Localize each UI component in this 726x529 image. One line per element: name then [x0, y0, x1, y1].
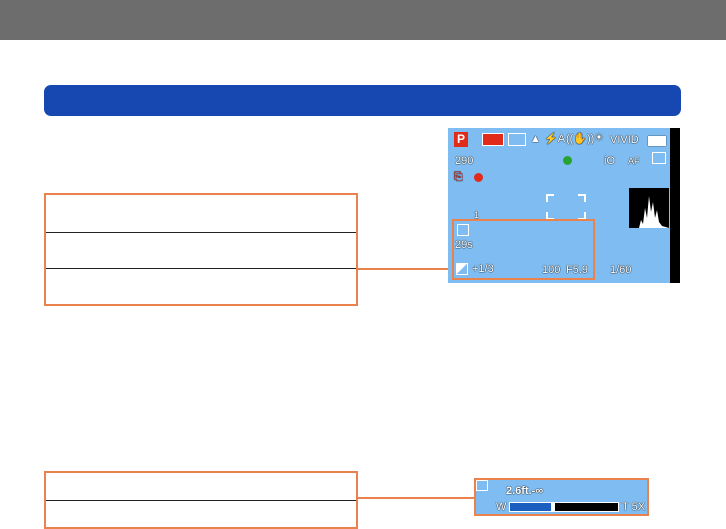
section-heading-bar	[44, 85, 681, 116]
zoom-mode-icon	[476, 480, 488, 491]
iso-value: 100	[542, 264, 561, 276]
af-frame-corner	[578, 194, 586, 202]
row-divider	[46, 500, 356, 501]
zoom-wide-label: W	[496, 501, 507, 513]
af-mode-label: AF	[628, 156, 640, 166]
row-divider	[46, 232, 356, 233]
card-record-icon: ⎘	[454, 171, 463, 183]
aperture-value: F5.9	[566, 264, 589, 276]
af-frame-corner	[546, 194, 554, 202]
intelligent-exposure-icon: iO	[604, 155, 615, 167]
shutter-speed-value: 1/60	[610, 264, 632, 276]
battery-icon	[648, 136, 666, 146]
lcd-right-edge	[670, 128, 680, 283]
info-list-upper	[44, 193, 358, 306]
info-list-lower	[44, 471, 358, 529]
zoom-focus-panel: 2.6ft.-∞ W T 5X	[474, 478, 649, 516]
callout-leader-line	[358, 497, 474, 499]
exposure-comp-icon	[456, 263, 468, 275]
recording-time-remaining: 29s	[455, 239, 473, 251]
avchd-quality-icon	[482, 133, 504, 146]
histogram	[629, 188, 669, 228]
zoom-bar	[509, 502, 619, 512]
zoom-position-marker	[551, 502, 555, 512]
exposure-comp-value: +1/3	[472, 263, 494, 275]
photo-style-label: VIVID	[610, 134, 639, 146]
recording-dot-icon	[474, 173, 483, 182]
camera-lcd-display: P ▲ ⚡A ((✋)) ☀ VIVID 290 iO AF ⎘ 1 29s +…	[448, 128, 680, 283]
white-balance-sun-icon: ☀	[594, 132, 604, 144]
flash-auto-icon: ⚡A	[544, 133, 566, 145]
stabilizer-icon: ((✋))	[566, 133, 595, 145]
focus-indicator-icon	[563, 156, 572, 165]
recording-mode-indicator: P	[454, 132, 468, 147]
remaining-time-icon	[457, 224, 469, 236]
row-divider	[46, 268, 356, 269]
zoom-tele-label: T 5X	[622, 501, 646, 513]
quality-icon: ▲	[530, 133, 541, 145]
focus-range-value: 2.6ft.-∞	[506, 485, 544, 497]
picture-size-icon	[508, 133, 526, 146]
callout-leader-line	[358, 268, 454, 270]
zoom-bar-fill	[510, 503, 551, 511]
top-header-bar	[0, 0, 726, 40]
shots-remaining: 290	[455, 155, 474, 167]
burst-mode-icon	[652, 152, 666, 164]
